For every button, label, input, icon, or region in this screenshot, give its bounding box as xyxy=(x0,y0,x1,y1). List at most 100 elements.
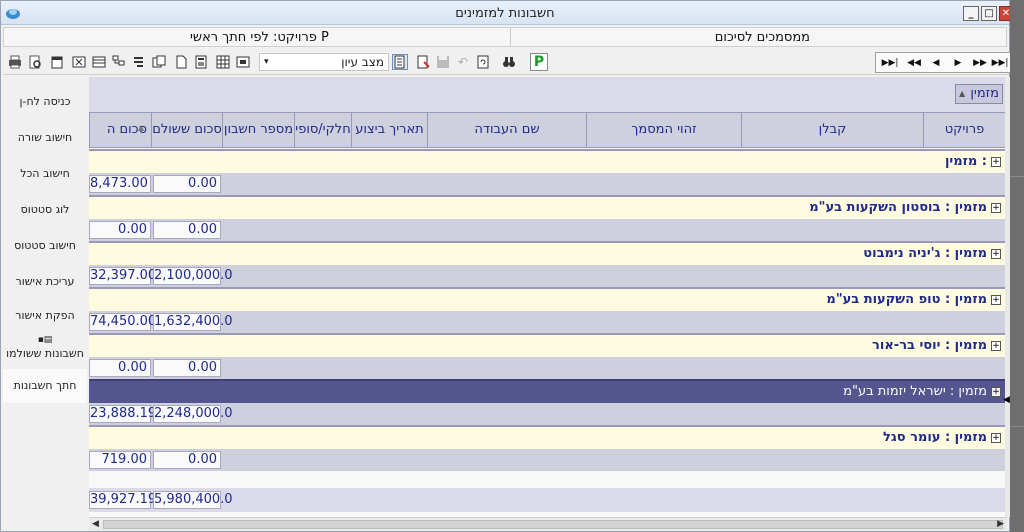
amount-cell[interactable]: 8,473.00 xyxy=(89,175,151,193)
forward-page-icon[interactable]: ▶▶ xyxy=(970,55,990,71)
sort-icon: ▲ xyxy=(138,123,145,132)
group-title: מזמין : ג'יניה נימבוט xyxy=(863,246,987,261)
expand-icon[interactable]: + xyxy=(991,295,1001,305)
amount-cell[interactable]: 74,450.00 xyxy=(89,313,156,331)
group-title: מזמין : יוסי בר-אור xyxy=(872,338,987,353)
amount-cell[interactable]: 0.00 xyxy=(89,359,151,377)
excel-icon[interactable] xyxy=(71,54,87,70)
expand-icon[interactable]: + xyxy=(991,157,1001,167)
paid-cell[interactable]: 0.00 xyxy=(153,359,221,377)
tree-icon[interactable] xyxy=(111,54,127,70)
sidebar-item-status-log[interactable]: לוג סטטוס xyxy=(3,193,87,227)
group-title: מזמין : עומר סגל xyxy=(883,430,987,445)
amount-cell[interactable]: 719.00 xyxy=(89,451,151,469)
expand-icon[interactable]: + xyxy=(991,387,1001,397)
sidebar-item-calc-row[interactable]: חישוב שורה xyxy=(3,121,87,155)
columns-icon[interactable] xyxy=(91,54,107,70)
refresh-icon[interactable] xyxy=(475,54,491,70)
table-icon[interactable] xyxy=(215,54,231,70)
group-row[interactable]: + מזמין : בוסטון השקעות בע"מ xyxy=(89,195,1005,219)
col-header-contractor[interactable]: קבלן xyxy=(741,113,923,147)
first-record-icon[interactable]: ▶▶| xyxy=(990,55,1010,71)
group-by-chip[interactable]: ▲ מזמין xyxy=(955,84,1003,104)
paid-cell[interactable]: 2,248,000.0 xyxy=(153,405,233,423)
paid-invoices-label: חשבונות ששולמו xyxy=(6,347,84,360)
total-amount-cell[interactable]: 39,927.19 xyxy=(89,491,156,509)
group-title: מזמין : טופ השקעות בע"מ xyxy=(826,292,987,307)
print-icon[interactable] xyxy=(7,54,23,70)
group-icon[interactable] xyxy=(131,54,147,70)
print-preview-icon[interactable] xyxy=(27,54,43,70)
scroll-right-arrow-icon[interactable]: ▶ xyxy=(997,518,1004,531)
col-header-amount[interactable]: ▲ סכום ה xyxy=(89,113,151,147)
paid-cell[interactable]: 2,100,000.0 xyxy=(153,267,233,285)
binoculars-icon[interactable] xyxy=(501,54,517,70)
col-header-doc-id[interactable]: זהוי המסמך xyxy=(586,113,741,147)
group-row[interactable]: + מזמין : טופ השקעות בע"מ xyxy=(89,287,1005,311)
project-filter-label: פרויקט: לפי חתך ראשי P xyxy=(190,30,329,45)
expand-icon[interactable]: + xyxy=(991,433,1001,443)
attach-icon[interactable] xyxy=(415,54,431,70)
amount-cell[interactable]: 0.00 xyxy=(89,221,151,239)
group-row[interactable]: + מזמין : ג'יניה נימבוט xyxy=(89,241,1005,265)
grid-icon[interactable] xyxy=(235,54,251,70)
sidebar-item-calc-status[interactable]: חישוב סטטוס xyxy=(3,229,87,263)
total-paid-cell[interactable]: 5,980,400.0 xyxy=(153,491,233,509)
horizontal-scrollbar[interactable]: ◀ ▶ xyxy=(89,517,1007,531)
maximize-button[interactable]: □ xyxy=(981,6,997,21)
group-title: מזמין : בוסטון השקעות בע"מ xyxy=(809,200,987,215)
sidebar-item-calc-all[interactable]: חישוב הכל xyxy=(3,157,87,191)
expand-icon[interactable]: + xyxy=(991,249,1001,259)
paid-cell[interactable]: 0.00 xyxy=(153,221,221,239)
next-record-icon[interactable]: ▶ xyxy=(948,55,968,71)
sidebar-item-edit-approval[interactable]: עריכת אישור xyxy=(3,265,87,299)
toolbar: ▾ מצב עיון ↶ P ▶▶| ◀◀ ◀ ▶ ▶▶ ▶▶| xyxy=(3,49,1011,75)
col-header-paid-amount[interactable]: סכום ששולם xyxy=(151,113,222,147)
group-row[interactable]: + מזמין : יוסי בר-אור xyxy=(89,333,1005,357)
minimize-button[interactable]: _ xyxy=(963,6,979,21)
chevron-down-icon: ▾ xyxy=(264,57,269,67)
paid-cell[interactable]: 0.00 xyxy=(153,451,221,469)
copy-icon[interactable] xyxy=(151,54,167,70)
col-header-project[interactable]: פרויקט xyxy=(923,113,1005,147)
calc-icon[interactable] xyxy=(193,54,209,70)
col-header-work-name[interactable]: שם העבודה xyxy=(427,113,586,147)
save-icon[interactable] xyxy=(435,54,451,70)
view-mode-select[interactable]: ▾ מצב עיון xyxy=(259,53,389,71)
scroll-left-icon[interactable]: ◀ xyxy=(1003,395,1010,405)
scrollbar-thumb[interactable] xyxy=(103,520,1003,529)
amount-cell[interactable]: 23,888.19 xyxy=(89,405,156,423)
sidebar-item-paid-invoices[interactable]: ▪▤ חשבונות ששולמו xyxy=(3,331,87,365)
group-summary-row: 8,473.00 0.00 xyxy=(89,173,1005,195)
last-record-icon[interactable]: ▶▶| xyxy=(880,55,900,71)
paid-cell[interactable]: 0.00 xyxy=(153,175,221,193)
p-button[interactable]: P xyxy=(530,53,548,71)
prev-record-icon[interactable]: ◀ xyxy=(926,55,946,71)
col-header-invoice-no[interactable]: מספר חשבון xyxy=(222,113,294,147)
group-by-label: מזמין xyxy=(970,86,999,101)
new-doc-icon[interactable] xyxy=(173,54,189,70)
expand-icon[interactable]: + xyxy=(991,341,1001,351)
col-header-exec-date[interactable]: תאריך ביצוע xyxy=(351,113,427,147)
col-header-partial-final[interactable]: חלקי/סופי xyxy=(294,113,351,147)
paid-cell[interactable]: 1,632,400.0 xyxy=(153,313,233,331)
group-row[interactable]: + מזמין : xyxy=(89,149,1005,173)
view-mode-value: מצב עיון xyxy=(341,55,384,69)
group-summary-row: 0.00 0.00 xyxy=(89,357,1005,379)
scroll-left-arrow-icon[interactable]: ◀ xyxy=(92,518,99,531)
group-row[interactable]: + מזמין : עומר סגל xyxy=(89,425,1005,449)
group-title: מזמין : xyxy=(944,154,987,169)
sidebar-item-issue-approval[interactable]: הפקת אישור xyxy=(3,299,87,333)
column-header-row: פרויקט קבלן זהוי המסמך שם העבודה תאריך ב… xyxy=(89,112,1005,148)
sidebar-item-enter[interactable]: כניסה לח-ן xyxy=(3,85,87,119)
document-icon[interactable] xyxy=(392,54,408,70)
undo-icon[interactable]: ↶ xyxy=(455,54,471,70)
amount-cell[interactable]: 32,397.00 xyxy=(89,267,156,285)
next-page-icon[interactable]: ◀◀ xyxy=(904,55,924,71)
export-icon[interactable] xyxy=(49,54,65,70)
sidebar-item-invoice-cut[interactable]: חתך חשבונות xyxy=(3,369,87,403)
expand-icon[interactable]: + xyxy=(991,203,1001,213)
title-bar: חשבונות למזמינים _ □ ✕ xyxy=(1,1,1013,25)
group-row-selected[interactable]: + מזמין : ישראל יזמות בע"מ xyxy=(89,379,1005,403)
group-title: מזמין : ישראל יזמות בע"מ xyxy=(843,384,987,399)
